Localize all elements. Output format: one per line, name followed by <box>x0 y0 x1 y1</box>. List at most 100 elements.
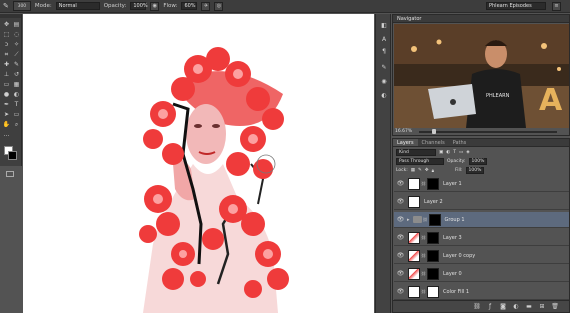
layer-opacity-field[interactable]: 100% <box>468 158 488 165</box>
lasso-icon[interactable]: ↄ <box>2 40 11 49</box>
filter-type-icon[interactable]: T <box>453 150 456 155</box>
layer-mask-thumbnail[interactable] <box>427 177 439 190</box>
healing-icon[interactable]: ✚ <box>2 60 11 69</box>
opacity-field[interactable]: 100% <box>130 2 148 10</box>
link-icon[interactable]: ⛓ <box>421 253 426 258</box>
navigator-panel-icon[interactable]: ◧ <box>380 22 388 30</box>
type-icon[interactable]: T <box>12 100 21 109</box>
brush-tool-icon[interactable]: ✎ <box>12 60 21 69</box>
more-tools-icon[interactable]: … <box>2 130 11 139</box>
gradient-icon[interactable]: ▦ <box>12 80 21 89</box>
adjustments-panel-icon[interactable]: ◐ <box>380 92 388 100</box>
navigator-thumbnail[interactable]: PHLEARN A <box>394 24 569 128</box>
pressure-opacity-icon[interactable]: ◉ <box>150 1 160 11</box>
pen-icon[interactable]: ✒ <box>2 100 11 109</box>
tab-paths[interactable]: Paths <box>449 139 471 146</box>
layer-mask-thumbnail[interactable] <box>428 213 441 226</box>
flow-field[interactable]: 60% <box>181 2 198 10</box>
eye-icon[interactable]: 👁︎ <box>396 270 405 277</box>
layer-thumbnail[interactable] <box>408 267 420 280</box>
new-group-icon[interactable]: ▬ <box>525 303 533 311</box>
layer-thumbnail[interactable] <box>408 195 420 208</box>
lock-move-icon[interactable]: ✥ <box>425 168 429 173</box>
adjustment-icon[interactable]: ◐ <box>512 303 520 311</box>
tab-layers[interactable]: Layers <box>393 139 418 146</box>
layer-row[interactable]: 👁︎ ⛓ Layer 0 <box>394 266 569 282</box>
brush-panel-icon[interactable]: ✎ <box>380 64 388 72</box>
lock-paint-icon[interactable]: ✎ <box>418 168 422 173</box>
layer-thumbnail[interactable] <box>408 231 420 244</box>
eye-icon[interactable]: 👁︎ <box>396 216 405 223</box>
quick-mask-icon[interactable] <box>6 171 14 177</box>
document-canvas[interactable] <box>23 14 374 313</box>
navigator-tab[interactable]: Navigator <box>393 15 569 23</box>
tab-channels[interactable]: Channels <box>418 139 449 146</box>
workspace-select[interactable]: Phlearn Episodes <box>486 2 546 10</box>
eraser-icon[interactable]: ▭ <box>2 80 11 89</box>
layer-mask-thumbnail[interactable] <box>427 285 439 298</box>
character-panel-icon[interactable]: A <box>380 36 388 44</box>
layer-row[interactable]: 👁︎ ⛓ Layer 3 <box>394 230 569 246</box>
blend-mode-select[interactable]: Pass Through <box>396 158 444 165</box>
expand-arrow-icon[interactable]: ▸ <box>407 217 410 223</box>
navigator-zoom-value[interactable]: 16.67% <box>395 129 412 134</box>
dodge-icon[interactable]: ◐ <box>12 90 21 99</box>
eye-icon[interactable]: 👁︎ <box>396 252 405 259</box>
layer-thumbnail[interactable] <box>408 177 420 190</box>
navigator-zoom-slider[interactable] <box>419 129 557 134</box>
mask-icon[interactable]: ◙ <box>499 303 507 311</box>
blur-icon[interactable]: ● <box>2 90 11 99</box>
workspace-menu-icon[interactable]: ≡ <box>552 2 561 11</box>
filter-kind-select[interactable]: Kind <box>396 149 436 156</box>
eye-icon[interactable]: 👁︎ <box>396 234 405 241</box>
artboard-icon[interactable]: ▤ <box>12 20 21 29</box>
eye-icon[interactable]: 👁︎ <box>396 198 405 205</box>
clone-stamp-icon[interactable]: ⊥ <box>2 70 11 79</box>
marquee-icon[interactable]: ⬚ <box>2 30 11 39</box>
eye-icon[interactable]: 👁︎ <box>396 288 405 295</box>
ellipse-marquee-icon[interactable]: ◌ <box>12 30 21 39</box>
layer-mask-thumbnail[interactable] <box>427 231 439 244</box>
link-icon[interactable]: ⛓ <box>423 217 428 222</box>
layer-mask-thumbnail[interactable] <box>427 249 439 262</box>
link-icon[interactable]: ⛓ <box>421 271 426 276</box>
airbrush-icon[interactable]: ✈ <box>201 1 211 11</box>
layer-thumbnail[interactable] <box>408 249 420 262</box>
history-brush-icon[interactable]: ↺ <box>12 70 21 79</box>
layer-row[interactable]: 👁︎ ▸ ⛓ Group 1 <box>394 212 569 228</box>
shape-icon[interactable]: ▭ <box>12 110 21 119</box>
toolbar-grip[interactable] <box>0 14 21 18</box>
layer-row[interactable]: 👁︎ ⛓ Layer 0 copy <box>394 248 569 264</box>
trash-icon[interactable]: 🗑︎ <box>551 303 559 311</box>
fill-field[interactable]: 100% <box>465 167 485 174</box>
brush-preset-picker[interactable]: 300 <box>12 1 31 11</box>
layer-row[interactable]: 👁︎ ⛓ Layer 1 <box>394 176 569 192</box>
filter-adjustment-icon[interactable]: ◐ <box>446 150 450 155</box>
filter-shape-icon[interactable]: ▭ <box>459 150 463 155</box>
new-layer-icon[interactable]: ⊞ <box>538 303 546 311</box>
brush-icon[interactable]: ✎ <box>3 2 9 10</box>
eye-icon[interactable]: 👁︎ <box>396 180 405 187</box>
paragraph-panel-icon[interactable]: ¶ <box>380 48 388 56</box>
pressure-size-icon[interactable]: ◎ <box>214 1 224 11</box>
color-panel-icon[interactable]: ◉ <box>380 78 388 86</box>
move-icon[interactable]: ✥ <box>2 20 11 29</box>
path-select-icon[interactable]: ➤ <box>2 110 11 119</box>
navigator-zoom-knob[interactable] <box>432 129 437 134</box>
crop-icon[interactable]: ⌗ <box>2 50 11 59</box>
link-icon[interactable]: ⛓ <box>473 303 481 311</box>
zoom-icon[interactable]: ⌕ <box>12 120 21 129</box>
background-color-swatch[interactable] <box>8 151 17 160</box>
filter-pixel-icon[interactable]: ▣ <box>439 150 443 155</box>
layer-mask-thumbnail[interactable] <box>427 267 439 280</box>
eyedropper-icon[interactable]: ⟋ <box>12 50 21 59</box>
link-icon[interactable]: ⛓ <box>421 181 426 186</box>
link-icon[interactable]: ⛓ <box>421 235 426 240</box>
filter-smart-icon[interactable]: ◈ <box>466 150 469 155</box>
link-icon[interactable]: ⛓ <box>421 289 426 294</box>
fx-icon[interactable]: ƒ <box>486 303 494 311</box>
layer-thumbnail[interactable] <box>408 285 420 298</box>
layer-row[interactable]: 👁︎ Layer 2 <box>394 194 569 210</box>
lock-pixels-icon[interactable]: ▦ <box>411 168 415 173</box>
lock-all-icon[interactable]: 🔒︎ <box>432 168 434 174</box>
